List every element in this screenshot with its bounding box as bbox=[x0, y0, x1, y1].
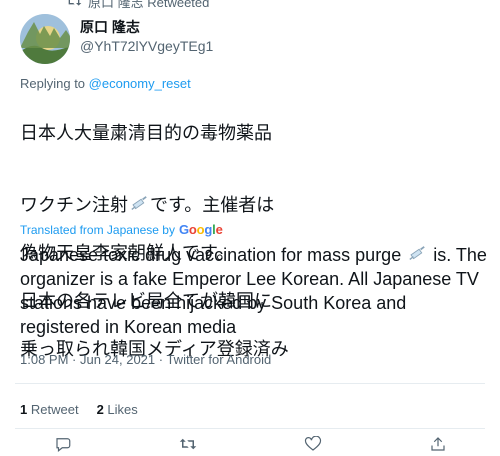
retweet-label: 原口 隆志 Retweeted bbox=[88, 0, 210, 10]
like-icon[interactable] bbox=[304, 436, 322, 452]
retweet-icon bbox=[68, 0, 82, 6]
google-logo: Google bbox=[178, 222, 223, 237]
replying-to-prefix: Replying to bbox=[20, 76, 89, 91]
retweets-label: Retweet bbox=[30, 402, 79, 417]
retweets-stat[interactable]: 1 Retweet bbox=[20, 402, 79, 417]
tweet-stats: 1 Retweet 2 Likes bbox=[20, 402, 138, 417]
avatar[interactable] bbox=[20, 14, 70, 64]
tweet-text-japanese: 日本人大量粛清目的の毒物薬品 ワクチン注射 です。主催者は 偽物天皇李家朝鮮人で… bbox=[20, 98, 490, 386]
tweet-jp-line: 日本人大量粛清目的の毒物薬品 bbox=[20, 123, 272, 144]
reply-target-link[interactable]: @economy_reset bbox=[89, 76, 191, 91]
replying-to: Replying to @economy_reset bbox=[20, 76, 191, 91]
share-icon[interactable] bbox=[429, 436, 447, 452]
tweet-jp-line: ワクチン注射 です。主催者は bbox=[20, 170, 490, 218]
tweet-jp-fragment: ワクチン注射 bbox=[20, 195, 128, 216]
tweet-actions bbox=[0, 436, 500, 456]
divider bbox=[15, 383, 485, 384]
tweet-jp-fragment: です。主催者は bbox=[150, 195, 275, 216]
likes-count: 2 bbox=[96, 402, 104, 417]
translation-attribution[interactable]: Translated from Japanese by Google bbox=[20, 222, 223, 237]
tweet-en-fragment: Japanese toxic drug vaccination for mass… bbox=[20, 245, 407, 265]
reply-icon[interactable] bbox=[54, 436, 72, 452]
likes-stat[interactable]: 2 Likes bbox=[97, 402, 138, 417]
syringe-icon bbox=[131, 196, 147, 210]
retweet-action-icon[interactable] bbox=[179, 436, 197, 452]
tweet-timestamp[interactable]: 1:08 PM · Jun 24, 2021 · Twitter for And… bbox=[20, 352, 271, 367]
avatar-image bbox=[20, 14, 70, 64]
divider bbox=[15, 428, 485, 429]
author-handle[interactable]: @YhT72lYVgeyTEg1 bbox=[80, 36, 213, 56]
retweets-count: 1 bbox=[20, 402, 28, 417]
likes-label: Likes bbox=[107, 402, 138, 417]
retweet-indicator[interactable]: 原口 隆志 Retweeted bbox=[66, 0, 210, 10]
author-block[interactable]: 原口 隆志 @YhT72lYVgeyTEg1 bbox=[80, 18, 213, 56]
tweet-text-english: Japanese toxic drug vaccination for mass… bbox=[20, 243, 488, 339]
author-display-name[interactable]: 原口 隆志 bbox=[80, 18, 213, 36]
syringe-icon bbox=[409, 246, 425, 260]
translated-label: Translated from Japanese by bbox=[20, 222, 175, 237]
